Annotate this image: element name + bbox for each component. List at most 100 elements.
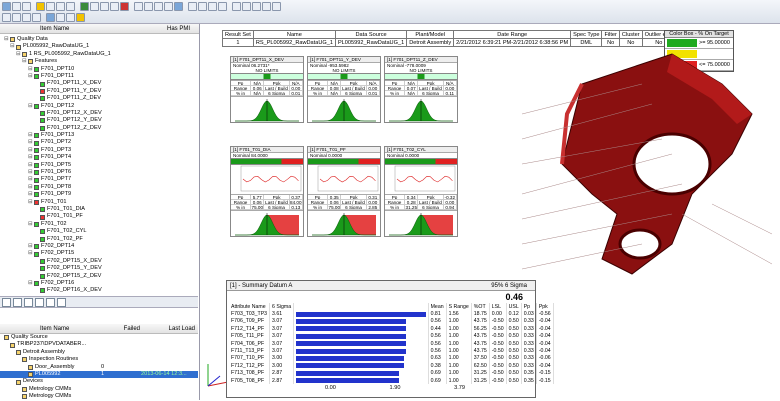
source-node[interactable]: Quality Source — [0, 334, 198, 341]
tree-node[interactable]: ⊟ PL005992_RawDataUG_1 — [0, 43, 198, 50]
summary-row[interactable]: F711_T13_PF 3.07 0.56 1.00 43.75 -0.50 0.50 0.3… — [229, 347, 554, 355]
print-icon[interactable] — [22, 2, 31, 11]
tree-node[interactable]: ⊟ F701_DPT9 — [0, 191, 198, 198]
paste-icon[interactable] — [66, 2, 75, 11]
tree-node[interactable]: ⊟ Quality Data — [0, 36, 198, 43]
table-icon[interactable] — [110, 2, 119, 11]
filter-icon[interactable] — [242, 2, 251, 11]
open-icon[interactable] — [2, 2, 11, 11]
rotate-icon[interactable] — [164, 2, 173, 11]
pan-icon[interactable] — [154, 2, 163, 11]
summary-row[interactable]: F712_T12_PF 3.00 0.38 1.00 62.50 -0.50 0.50 0.3… — [229, 362, 554, 370]
tree-node[interactable]: ⊟ F701_DPT5 — [0, 162, 198, 169]
highlight-icon[interactable] — [76, 13, 85, 22]
tree-node[interactable]: ⊟ Features — [0, 58, 198, 65]
tree-node[interactable]: ⊟ F701_DPT10 — [0, 66, 198, 73]
source-col-item-name[interactable]: Item Name — [0, 324, 90, 333]
tree-node[interactable]: ⊟ F701_T01 — [0, 199, 198, 206]
grid-icon[interactable] — [56, 13, 65, 22]
tree-node[interactable]: F701_DPT12_X_DEV — [0, 110, 198, 117]
layout-icon[interactable] — [46, 13, 55, 22]
summary-row[interactable]: F703_T03_TP3 3.61 0.81 1.56 18.75 0.00 0.12 0.0… — [229, 310, 554, 318]
settings-icon[interactable] — [252, 2, 261, 11]
stop-icon[interactable] — [120, 2, 129, 11]
summary-row[interactable]: F704_T06_PF 3.07 0.56 1.00 43.75 -0.50 0.50 0.3… — [229, 339, 554, 348]
source-node[interactable]: Devices — [0, 378, 198, 385]
tree-node[interactable]: F702_DPT15_Z_DEV — [0, 273, 198, 280]
source-node[interactable]: Door_Assembly 0 — [0, 364, 198, 371]
feature-stat-card[interactable]: [1] F701_DPT11_X_DEV Nominal 06.2731* NO L… — [230, 56, 304, 123]
tree-node[interactable]: ⊟ F701_DPT6 — [0, 169, 198, 176]
save-icon[interactable] — [12, 2, 21, 11]
feature-stat-card[interactable]: [1] F701_DPT11_Z_DEV Nominal -778.0009 NO … — [384, 56, 458, 123]
tile-icon[interactable] — [66, 13, 75, 22]
zoom-in-icon[interactable] — [134, 2, 143, 11]
tree-node[interactable]: ⊟ F702_DPT15 — [0, 250, 198, 257]
view-iso-icon[interactable] — [218, 2, 227, 11]
collapse-icon[interactable] — [13, 298, 22, 307]
last-icon[interactable] — [32, 13, 41, 22]
view-side-icon[interactable] — [208, 2, 217, 11]
zoom-out-icon[interactable] — [144, 2, 153, 11]
first-icon[interactable] — [2, 13, 11, 22]
tree-col-has-pmi[interactable]: Has PMI — [120, 24, 190, 33]
summary-row[interactable]: F707_T10_PF 3.00 0.63 1.00 37.50 -0.50 0.50 0.3… — [229, 354, 554, 363]
summary-row[interactable]: F713_T08_PF 2.87 0.69 1.00 31.25 -0.50 0.50 0.3… — [229, 369, 554, 377]
source-node[interactable]: Detroit Assembly — [0, 349, 198, 356]
summary-row[interactable]: F706_T09_PF 3.07 0.56 1.00 43.75 -0.50 0.50 0.3… — [229, 317, 554, 326]
tree-node[interactable]: F701_DPT12_Z_DEV — [0, 125, 198, 132]
copy-icon[interactable] — [56, 2, 65, 11]
feature-stat-card[interactable]: [1] F701_T01_DIA Nominal 84.0000 Pp 5.77 Ppk… — [230, 146, 304, 237]
feature-stat-card[interactable]: [1] F701_DPT11_Y_DEV Nominal -953.5982 NO … — [307, 56, 381, 123]
histogram-icon[interactable] — [100, 2, 109, 11]
tree-node[interactable]: ⊟ 1 RS_PL005992_RawDataUG_1 — [0, 51, 198, 58]
tree-node[interactable]: F701_DPT11_X_DEV — [0, 80, 198, 87]
next-icon[interactable] — [22, 13, 31, 22]
summary-row[interactable]: F705_T08_PF 2.87 0.69 1.00 31.25 -0.50 0.50 0.3… — [229, 376, 554, 385]
tree-col-item-name[interactable]: Item Name — [0, 24, 120, 33]
chart-icon[interactable] — [90, 2, 99, 11]
tree-node[interactable]: F702_DPT15_Y_DEV — [0, 265, 198, 272]
tree-node[interactable]: F701_T01_PF — [0, 213, 198, 220]
tree-node[interactable]: ⊟ F701_DPT11 — [0, 73, 198, 80]
expand-icon[interactable] — [2, 298, 11, 307]
tree-node[interactable]: F701_T02_PF — [0, 236, 198, 243]
tree-node[interactable]: F701_T01_DIA — [0, 206, 198, 213]
tree-node[interactable]: ⊟ F701_DPT13 — [0, 132, 198, 139]
filter-tree-icon[interactable] — [35, 298, 44, 307]
tree-node[interactable]: ⊟ F701_DPT7 — [0, 176, 198, 183]
feature-stat-card[interactable]: [1] F701_T01_PF Nominal 0.0000 Pp 0.35 Ppk 0.… — [307, 146, 381, 237]
properties-icon[interactable] — [57, 298, 66, 307]
prev-icon[interactable] — [12, 13, 21, 22]
tree-node[interactable]: ⊟ F702_DPT16 — [0, 280, 198, 287]
tree-node[interactable]: ⊟ F701_DPT12 — [0, 103, 198, 110]
search-tree-icon[interactable] — [46, 298, 55, 307]
refresh-icon[interactable] — [24, 298, 33, 307]
folder-icon[interactable] — [36, 2, 45, 11]
feature-stat-card[interactable]: [1] F701_T02_CYL Nominal 0.0000 Pp 0.34 Ppk -… — [384, 146, 458, 237]
export-icon[interactable] — [262, 2, 271, 11]
fit-icon[interactable] — [174, 2, 183, 11]
tree-node[interactable]: ⊟ F701_T02 — [0, 221, 198, 228]
tree-node[interactable]: F701_DPT12_Y_DEV — [0, 117, 198, 124]
tree-node[interactable]: ⊟ F701_DPT4 — [0, 154, 198, 161]
source-node[interactable]: Inspection Routines — [0, 356, 198, 363]
tree-node[interactable]: F701_DPT11_Y_DEV — [0, 88, 198, 95]
tree-node[interactable]: F701_T02_CYL — [0, 228, 198, 235]
tree-node[interactable]: ⊟ F701_DPT3 — [0, 147, 198, 154]
tree-node[interactable]: ⊟ F701_DPT8 — [0, 184, 198, 191]
run-icon[interactable] — [80, 2, 89, 11]
3d-part-model[interactable] — [522, 44, 772, 284]
view-top-icon[interactable] — [198, 2, 207, 11]
tree-node[interactable]: ⊟ F701_DPT2 — [0, 139, 198, 146]
source-node[interactable]: TRIBP237\DPVDATABER... — [0, 341, 198, 348]
tree-node[interactable]: F702_DPT16_X_DEV — [0, 287, 198, 294]
source-node[interactable]: PL005992 1 2013-06-14 12:3... — [0, 370, 198, 379]
tree-node[interactable]: ⊟ F702_DPT14 — [0, 243, 198, 250]
help-icon[interactable] — [272, 2, 281, 11]
source-node[interactable]: Metrology CMMs — [0, 386, 198, 393]
summary-row[interactable]: F705_T11_PF 3.07 0.56 1.00 43.75 -0.50 0.50 0.3… — [229, 332, 554, 340]
cut-icon[interactable] — [46, 2, 55, 11]
view-front-icon[interactable] — [188, 2, 197, 11]
source-col-failed[interactable]: Failed — [90, 324, 140, 333]
